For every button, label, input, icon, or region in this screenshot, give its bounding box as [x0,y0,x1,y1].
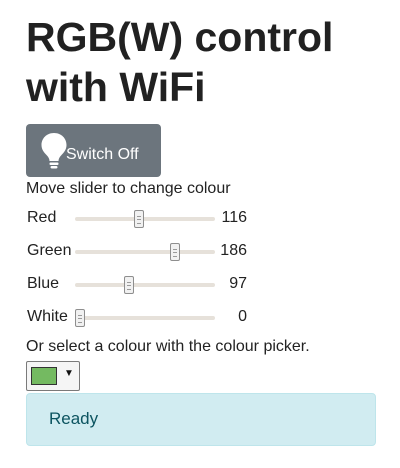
white-slider-thumb[interactable] [75,309,85,327]
slider-label-white: White [27,308,68,325]
green-slider-thumb[interactable] [169,243,180,261]
dropdown-arrow-icon: ▼ [64,368,74,379]
slider-value-green: 186 [220,242,247,259]
slider-value-white: 0 [238,308,247,325]
slider-value-blue: 97 [229,275,247,292]
lightbulb-icon [41,132,67,168]
slider-row-white: White 0 [27,307,252,329]
blue-slider-thumb[interactable] [124,276,135,294]
switch-off-button[interactable]: Switch Off [26,124,161,177]
slider-row-blue: Blue 97 [27,274,252,296]
white-slider[interactable] [75,309,215,327]
slider-row-green: Green 186 [27,241,252,263]
color-swatch [31,367,57,385]
green-slider[interactable] [75,243,215,261]
blue-slider[interactable] [75,276,215,294]
color-picker-hint: Or select a colour with the colour picke… [26,338,310,355]
red-slider[interactable] [75,210,215,228]
slider-hint: Move slider to change colour [26,180,231,197]
page-title: RGB(W) control with WiFi [26,14,334,110]
status-alert: Ready [26,393,376,446]
slider-label-blue: Blue [27,275,60,292]
slider-row-red: Red 116 [27,208,252,230]
slider-value-red: 116 [221,209,247,226]
switch-off-label: Switch Off [66,145,139,163]
red-slider-thumb[interactable] [134,210,145,228]
color-picker[interactable]: ▼ [26,361,80,391]
slider-label-red: Red [27,209,57,226]
slider-label-green: Green [27,242,72,259]
status-text: Ready [49,409,99,428]
